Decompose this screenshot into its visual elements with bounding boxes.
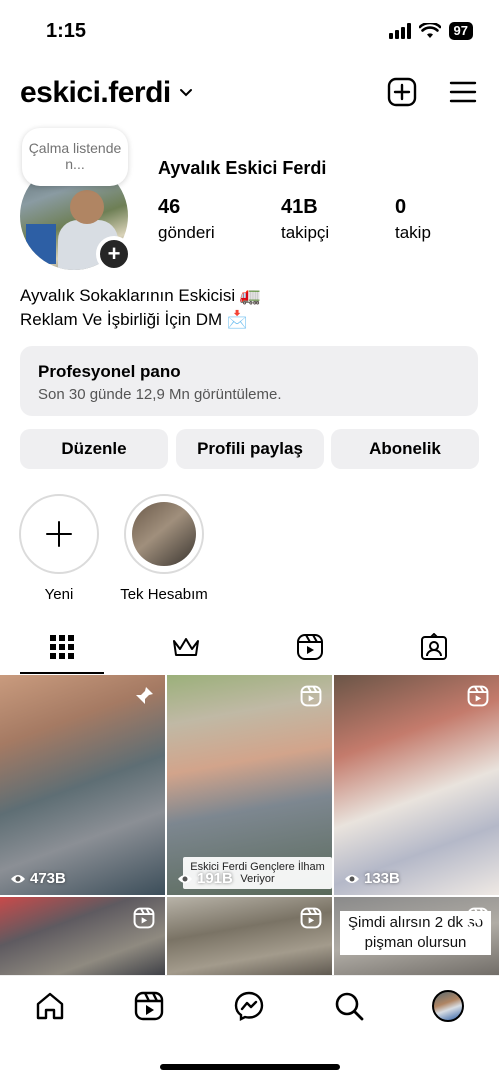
eye-icon	[345, 874, 359, 883]
view-count-value: 133B	[364, 870, 400, 887]
view-count: 133B	[344, 870, 400, 887]
wifi-icon	[418, 23, 441, 38]
post-thumbnail[interactable]: Eskici Ferdi Gençlere İlham Veriyor 191B	[167, 675, 332, 895]
grid-icon	[50, 635, 74, 659]
account-switcher[interactable]: eskici.ferdi	[20, 76, 193, 110]
tab-posts[interactable]	[0, 620, 124, 674]
professional-dashboard[interactable]: Profesyonel pano Son 30 günde 12,9 Mn gö…	[20, 346, 478, 416]
eye-icon	[11, 874, 25, 883]
signal-icon	[388, 23, 411, 39]
profile-avatar-nav[interactable]	[432, 990, 464, 1022]
profile-header: eskici.ferdi	[0, 72, 499, 116]
chevron-down-icon	[179, 89, 192, 97]
edit-profile-button[interactable]: Düzenle	[20, 429, 168, 469]
home-icon[interactable]	[34, 990, 66, 1022]
bio-line: Ayvalık Sokaklarının Eskicisi 🚛	[20, 286, 261, 305]
highlight-ring	[19, 494, 99, 574]
highlight-ring	[124, 494, 204, 574]
post-thumbnail[interactable]: 133B	[334, 675, 499, 895]
status-icons: 97	[388, 22, 473, 40]
reels-icon	[300, 907, 322, 929]
stat-label: takip	[395, 223, 431, 242]
post-thumbnail[interactable]	[167, 897, 332, 975]
reels-icon	[133, 907, 155, 929]
highlight-label: Yeni	[44, 586, 74, 603]
menu-icon[interactable]	[447, 76, 479, 108]
reels-icon	[297, 634, 323, 660]
stat-value: 46	[158, 196, 181, 218]
bottom-nav	[0, 975, 499, 1080]
share-profile-button[interactable]: Profili paylaş	[176, 429, 324, 469]
stat-followers[interactable]: 41B takipçi	[281, 196, 329, 243]
status-bar: 1:15 97	[0, 0, 499, 60]
tab-reels[interactable]	[248, 620, 372, 674]
post-thumbnail[interactable]: Şimdi alırsın 2 dk so pişman olursun	[334, 897, 499, 975]
stat-posts[interactable]: 46 gönderi	[158, 196, 215, 243]
battery-indicator: 97	[448, 22, 473, 40]
profile-tabs	[0, 620, 499, 674]
highlight-label: Tek Hesabım	[120, 586, 208, 603]
dashboard-subtitle: Son 30 günde 12,9 Mn görüntüleme.	[38, 386, 282, 403]
view-count: 473B	[10, 870, 66, 887]
view-count-value: 473B	[30, 870, 66, 887]
create-icon[interactable]	[386, 76, 418, 108]
reels-icon	[467, 685, 489, 707]
view-count-value: 191B	[197, 870, 233, 887]
plus-icon	[46, 521, 72, 547]
tab-tagged[interactable]	[372, 620, 496, 674]
full-name: Ayvalık Eskici Ferdi	[158, 158, 327, 178]
home-indicator	[160, 1064, 340, 1070]
note-bubble[interactable]: Çalma listende n...	[22, 128, 128, 186]
eye-icon	[178, 874, 192, 883]
stat-label: takipçi	[281, 223, 330, 242]
bio-line: Reklam Ve İşbirliği İçin DM 📩	[20, 310, 249, 329]
dashboard-title: Profesyonel pano	[38, 362, 181, 381]
crown-icon	[173, 638, 199, 656]
reels-nav-icon[interactable]	[133, 990, 165, 1022]
tagged-icon	[421, 633, 447, 660]
stat-value: 0	[395, 196, 407, 218]
stat-following[interactable]: 0 takip	[395, 196, 431, 243]
post-thumbnail[interactable]: 473B	[0, 675, 165, 895]
messenger-icon[interactable]	[233, 990, 265, 1022]
subscription-button[interactable]: Abonelik	[331, 429, 479, 469]
reels-icon	[300, 685, 322, 707]
stat-value: 41B	[281, 196, 318, 218]
bio: Ayvalık Sokaklarının Eskicisi 🚛 Reklam V…	[20, 284, 261, 332]
highlight-cover	[132, 502, 196, 566]
posts-grid: 473B Eskici Ferdi Gençlere İlham Veriyor…	[0, 675, 499, 975]
post-thumbnail[interactable]	[0, 897, 165, 975]
view-count: 191B	[177, 870, 233, 887]
tab-subscriptions[interactable]	[124, 620, 248, 674]
username: eskici.ferdi	[20, 76, 171, 109]
highlight-item[interactable]: Tek Hesabım	[113, 494, 215, 603]
status-time: 1:15	[46, 20, 87, 42]
search-icon[interactable]	[333, 990, 365, 1022]
reels-icon	[467, 907, 489, 929]
pin-icon	[136, 687, 153, 704]
stat-label: gönderi	[158, 223, 215, 242]
highlight-new[interactable]: Yeni	[18, 494, 100, 603]
add-story-icon[interactable]: +	[96, 236, 132, 272]
